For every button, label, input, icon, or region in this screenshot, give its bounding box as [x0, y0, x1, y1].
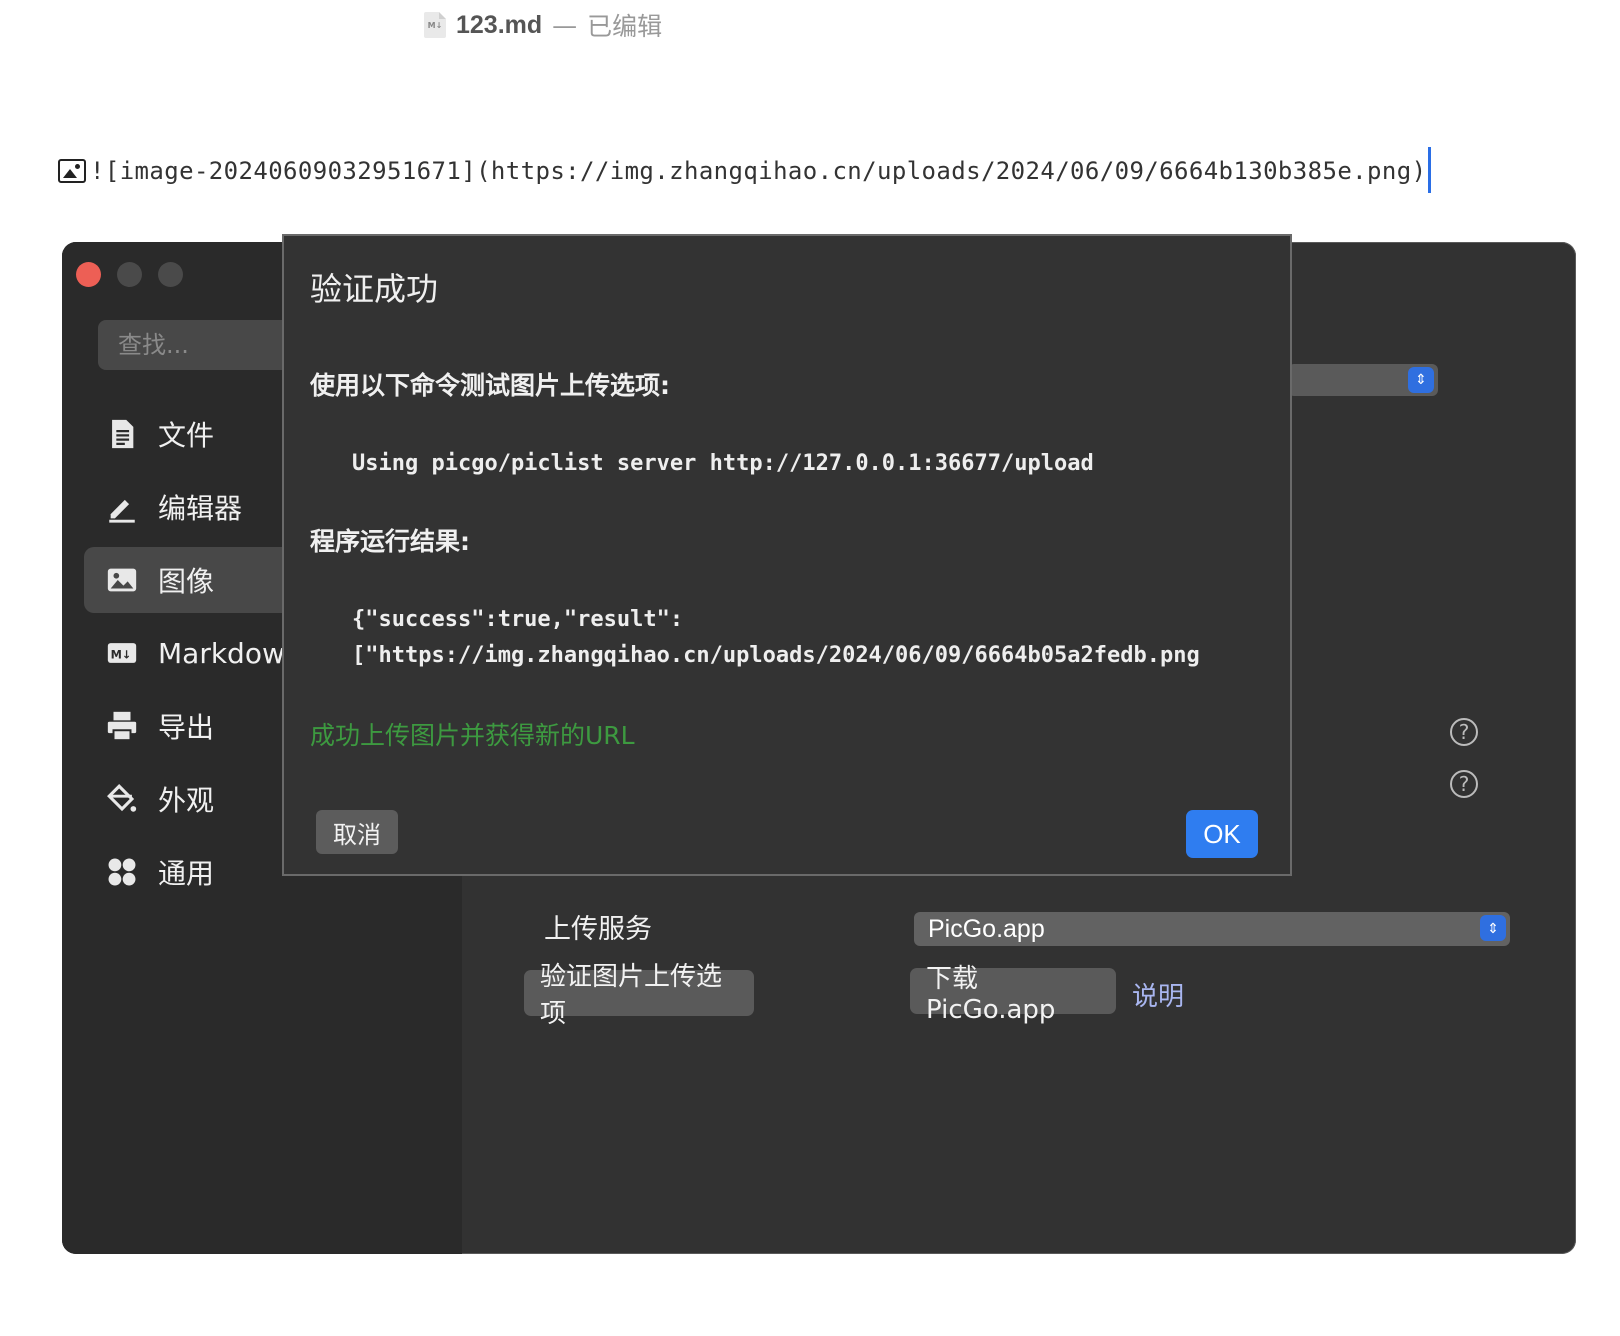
sidebar-item-label: 图像: [158, 565, 215, 598]
image-icon: [104, 562, 140, 598]
paint-bucket-icon: [104, 781, 140, 817]
minimize-window-button[interactable]: [117, 262, 142, 287]
grid-icon: [104, 854, 140, 890]
sidebar-item-label: 外观: [158, 784, 215, 817]
cancel-button[interactable]: 取消: [316, 810, 398, 854]
chevron-updown-icon: ⇕: [1480, 915, 1506, 941]
success-message: 成功上传图片并获得新的URL: [310, 721, 635, 750]
edit-status: 已编辑: [587, 12, 663, 41]
result-line-2: ["https://img.zhangqihao.cn/uploads/2024…: [352, 643, 1200, 668]
markdown-file-icon: M↓: [424, 12, 446, 38]
upload-service-label: 上传服务: [544, 914, 652, 945]
zoom-window-button[interactable]: [158, 262, 183, 287]
verify-success-dialog: 验证成功 使用以下命令测试图片上传选项: Using picgo/piclist…: [282, 234, 1292, 876]
sidebar-item-label: 文件: [158, 419, 215, 452]
text-cursor: [1428, 147, 1432, 193]
svg-text:M↓: M↓: [111, 648, 132, 662]
pencil-icon: [104, 489, 140, 525]
sidebar-item-label: 导出: [158, 711, 215, 744]
sidebar-item-label: Markdown: [158, 636, 303, 670]
chevron-updown-icon: ⇕: [1408, 367, 1434, 393]
upload-service-value: PicGo.app: [928, 915, 1045, 943]
verify-upload-button[interactable]: 验证图片上传选项: [524, 962, 754, 1029]
image-insert-select[interactable]: ⇕: [1288, 364, 1438, 396]
upload-service-select[interactable]: PicGo.app ⇕: [914, 912, 1510, 946]
download-picgo-button[interactable]: 下载 PicGo.app: [910, 964, 1116, 1025]
close-window-button[interactable]: [76, 262, 101, 287]
printer-icon: [104, 708, 140, 744]
document-titlebar: M↓ 123.md — 已编辑: [424, 8, 662, 42]
command-text: Using picgo/piclist server http://127.0.…: [352, 451, 1094, 476]
sidebar-item-label: 通用: [158, 857, 215, 890]
document-title: 123.md: [456, 10, 543, 39]
result-line-1: {"success":true,"result":: [352, 607, 684, 632]
image-markdown-text[interactable]: ![image-20240609032951671](https://img.z…: [90, 157, 1426, 185]
file-icon: [104, 416, 140, 452]
window-controls: [76, 262, 183, 287]
help-link[interactable]: 说明: [1132, 976, 1184, 1013]
image-icon: [58, 159, 86, 183]
sidebar-item-label: 编辑器: [158, 492, 243, 525]
help-icon[interactable]: ?: [1450, 770, 1478, 798]
ok-button[interactable]: OK: [1186, 810, 1258, 858]
markdown-source-line[interactable]: ![image-20240609032951671](https://img.z…: [58, 146, 1558, 196]
result-label: 程序运行结果:: [310, 527, 470, 556]
title-separator: —: [552, 10, 578, 40]
help-icon[interactable]: ?: [1450, 718, 1478, 746]
dialog-title: 验证成功: [310, 270, 439, 308]
command-label: 使用以下命令测试图片上传选项:: [310, 371, 670, 400]
markdown-icon: M↓: [104, 635, 140, 671]
